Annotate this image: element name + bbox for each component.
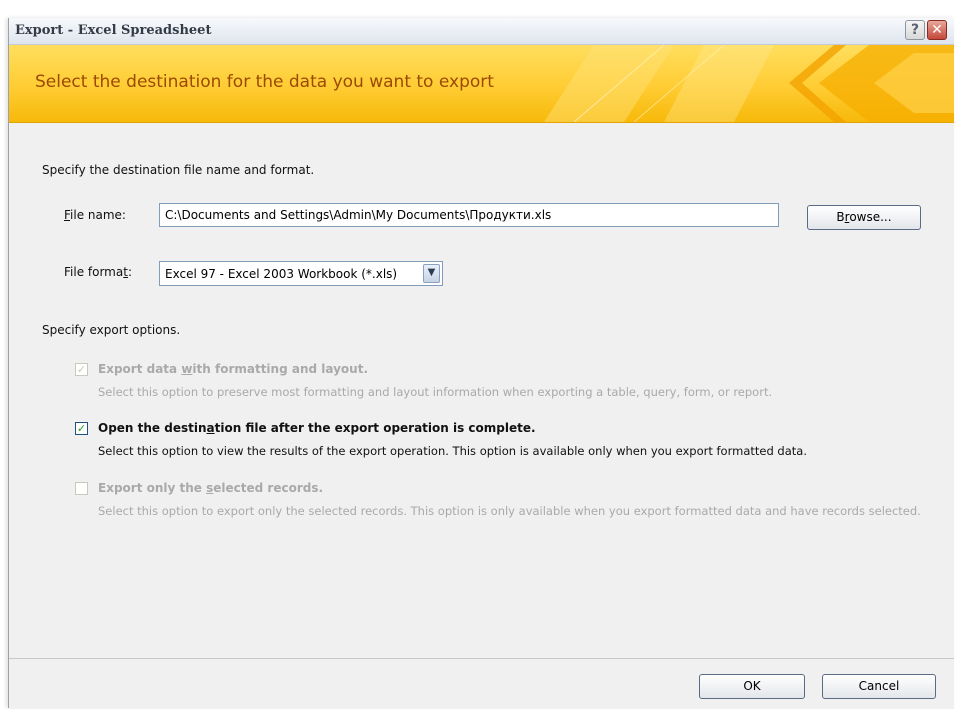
ok-button[interactable]: OK bbox=[699, 674, 805, 699]
browse-button[interactable]: Browse... bbox=[807, 205, 921, 230]
chevron-down-icon[interactable]: ▼ bbox=[423, 264, 440, 283]
title-bar[interactable]: Export - Excel Spreadsheet ? ✕ bbox=[9, 18, 954, 45]
help-icon: ? bbox=[910, 22, 920, 38]
option-description: Select this option to view the results o… bbox=[98, 444, 807, 458]
close-icon: ✕ bbox=[931, 22, 943, 38]
dialog-footer: OK Cancel bbox=[9, 658, 954, 709]
destination-heading: Specify the destination file name and fo… bbox=[42, 163, 315, 177]
file-format-value: Excel 97 - Excel 2003 Workbook (*.xls) bbox=[165, 267, 398, 281]
option-description: Select this option to preserve most form… bbox=[98, 385, 773, 399]
export-selected-checkbox[interactable] bbox=[75, 482, 88, 495]
close-button[interactable]: ✕ bbox=[927, 20, 947, 40]
file-name-label: File name: bbox=[64, 208, 126, 222]
file-format-dropdown[interactable]: Excel 97 - Excel 2003 Workbook (*.xls) ▼ bbox=[159, 261, 443, 286]
option-description: Select this option to export only the se… bbox=[98, 504, 921, 518]
export-options-heading: Specify export options. bbox=[42, 323, 181, 337]
dialog-body: Specify the destination file name and fo… bbox=[9, 123, 954, 658]
banner-decoration bbox=[544, 45, 954, 122]
dialog-title: Export - Excel Spreadsheet bbox=[15, 23, 212, 38]
option-title: Export only the selected records. bbox=[98, 481, 324, 495]
option-title: Open the destination file after the expo… bbox=[98, 421, 536, 435]
open-destination-checkbox[interactable]: ✓ bbox=[75, 422, 88, 435]
option-title: Export data with formatting and layout. bbox=[98, 362, 369, 376]
export-formatting-checkbox[interactable]: ✓ bbox=[75, 363, 88, 376]
export-dialog: Export - Excel Spreadsheet ? ✕ Select th… bbox=[8, 18, 954, 709]
file-format-label: File format: bbox=[64, 265, 132, 279]
header-banner: Select the destination for the data you … bbox=[9, 45, 954, 123]
banner-title: Select the destination for the data you … bbox=[35, 72, 494, 92]
cancel-button[interactable]: Cancel bbox=[822, 674, 936, 699]
file-name-input[interactable] bbox=[159, 203, 779, 227]
help-button[interactable]: ? bbox=[905, 20, 925, 40]
